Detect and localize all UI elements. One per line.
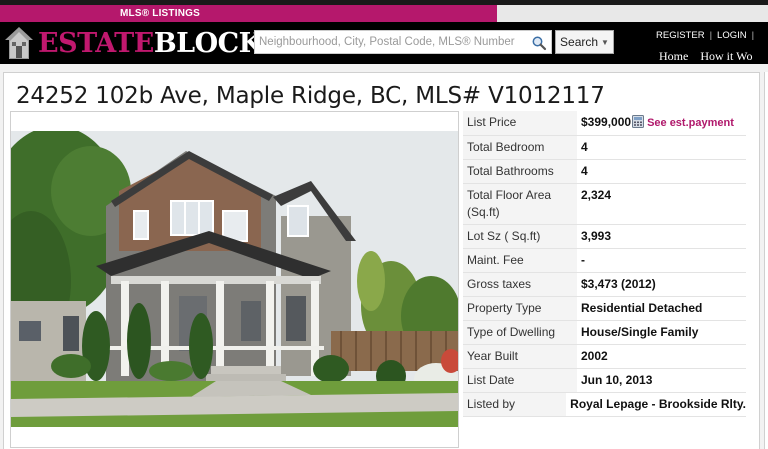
- site-logo[interactable]: ESTATE BLOCK: [4, 25, 262, 61]
- detail-row: Total Floor Area (Sq.ft) 2,324: [463, 184, 746, 225]
- site-header: ESTATEBLOCK Search ▼ REGISTER | LOGIN | Hom…: [0, 22, 768, 64]
- detail-row: Total Bedroom 4: [463, 136, 746, 160]
- main-nav: Home How it Wo: [659, 49, 752, 64]
- side-panel-edge: [764, 72, 768, 449]
- detail-row: Listed by Royal Lepage - Brookside Rlty.: [463, 393, 746, 417]
- login-link[interactable]: LOGIN: [717, 30, 747, 41]
- detail-row: Property Type Residential Detached: [463, 297, 746, 321]
- secondary-tab: [497, 5, 768, 22]
- detail-label: Property Type: [463, 297, 577, 320]
- detail-row: Gross taxes $3,473 (2012): [463, 273, 746, 297]
- link-divider: |: [751, 30, 755, 41]
- nav-how-it-works[interactable]: How it Wo: [700, 49, 752, 63]
- search-button-label: Search: [560, 35, 599, 49]
- detail-label: List Price: [463, 111, 577, 135]
- detail-label: List Date: [463, 369, 577, 392]
- detail-value: 3,993: [581, 229, 612, 243]
- detail-row: Lot Sz ( Sq.ft) 3,993: [463, 225, 746, 249]
- detail-row: List Date Jun 10, 2013: [463, 369, 746, 393]
- detail-row: Total Bathrooms 4: [463, 160, 746, 184]
- detail-value: $3,473 (2012): [581, 277, 656, 291]
- detail-label: Listed by: [463, 393, 567, 416]
- detail-label: Lot Sz ( Sq.ft): [463, 225, 577, 248]
- property-photo[interactable]: [11, 131, 458, 427]
- detail-value: 4: [581, 140, 588, 154]
- detail-value: Residential Detached: [581, 301, 703, 315]
- detail-value: 2,324: [581, 188, 612, 202]
- list-price-value: $399,000: [581, 115, 632, 129]
- detail-value: Royal Lepage - Brookside Rlty.: [570, 397, 746, 411]
- search-box: [254, 30, 552, 54]
- detail-label: Gross taxes: [463, 273, 577, 296]
- search-input[interactable]: [255, 31, 525, 53]
- detail-row: Year Built 2002: [463, 345, 746, 369]
- detail-value: 4: [581, 164, 588, 178]
- nav-home[interactable]: Home: [659, 49, 688, 63]
- listing-title: 24252 102b Ave, Maple Ridge, BC, MLS# V1…: [16, 83, 605, 109]
- calculator-icon[interactable]: [632, 115, 645, 128]
- logo-estate-text: ESTATE: [38, 27, 154, 59]
- detail-label: Total Bathrooms: [463, 160, 577, 183]
- detail-row: Type of Dwelling House/Single Family: [463, 321, 746, 345]
- search-button[interactable]: Search ▼: [555, 30, 614, 54]
- detail-value: Jun 10, 2013: [581, 373, 653, 387]
- detail-label: Type of Dwelling: [463, 321, 577, 344]
- mls-listings-label: MLS® LISTINGS: [120, 8, 200, 19]
- chevron-down-icon: ▼: [601, 37, 609, 47]
- account-links: REGISTER | LOGIN |: [656, 30, 759, 41]
- logo-block-text: BLOCK: [153, 27, 262, 59]
- detail-value: $399,000 See est.payment: [577, 111, 746, 135]
- detail-label: Year Built: [463, 345, 577, 368]
- detail-label: Maint. Fee: [463, 249, 577, 272]
- listing-details-table: List Price $399,000 See est.payment Total…: [463, 111, 746, 417]
- est-payment-link[interactable]: See est.payment: [647, 117, 734, 129]
- mls-listings-tab[interactable]: MLS® LISTINGS: [0, 5, 497, 22]
- link-divider: |: [709, 30, 713, 41]
- detail-label: Total Bedroom: [463, 136, 577, 159]
- detail-value: House/Single Family: [581, 325, 699, 339]
- detail-row-list-price: List Price $399,000 See est.payment: [463, 111, 746, 136]
- detail-value: 2002: [581, 349, 608, 363]
- detail-value: -: [581, 253, 585, 267]
- search-icon[interactable]: [531, 35, 547, 51]
- house-logo-icon: [5, 27, 33, 59]
- top-strip: MLS® LISTINGS: [0, 0, 768, 22]
- detail-row: Maint. Fee -: [463, 249, 746, 273]
- register-link[interactable]: REGISTER: [656, 30, 705, 41]
- detail-label: Total Floor Area (Sq.ft): [463, 184, 577, 224]
